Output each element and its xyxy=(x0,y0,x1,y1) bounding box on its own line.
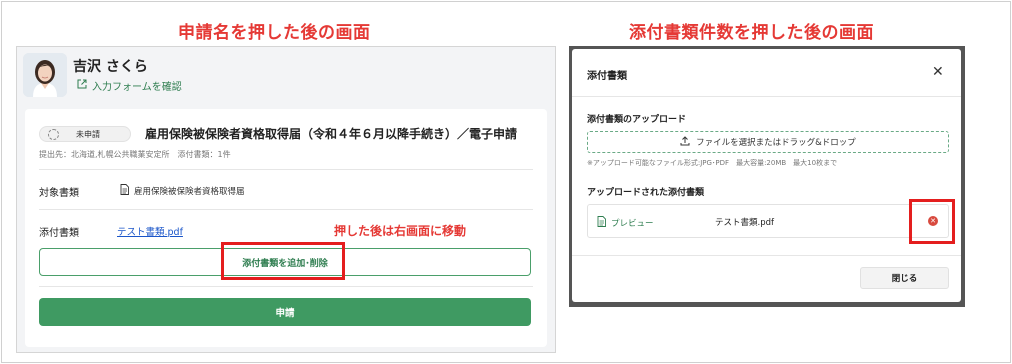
form-link[interactable]: 入力フォームを確認 xyxy=(77,78,182,93)
left-heading: 申請名を押した後の画面 xyxy=(178,23,371,43)
uploaded-file-row: プレビュー テスト書類.pdf ✕ xyxy=(587,204,949,238)
application-title[interactable]: 雇用保険被保険者資格取得届（令和４年６月以降手続き）／電子申請 xyxy=(145,125,517,142)
divider xyxy=(39,209,533,210)
close-button[interactable]: 閉じる xyxy=(860,267,949,289)
target-doc: 雇用保険被保険者資格取得届 xyxy=(120,184,245,198)
application-screen: 吉沢 さくら 入力フォームを確認 未申請 雇用保険被保険者資格取得届（令和４年６… xyxy=(16,46,556,353)
attachment-modal: 添付書類 ✕ 添付書類のアップロード ファイルを選択またはドラッグ&ドロップ ※… xyxy=(572,49,961,302)
avatar xyxy=(23,53,67,97)
upload-icon xyxy=(680,135,690,149)
close-icon[interactable]: ✕ xyxy=(932,65,944,79)
document-icon xyxy=(120,184,129,198)
form-link-label: 入力フォームを確認 xyxy=(92,82,182,93)
uploaded-heading: アップロードされた添付書類 xyxy=(587,188,705,198)
target-doc-name: 雇用保険被保険者資格取得届 xyxy=(134,187,245,197)
modal-overlay: 添付書類 ✕ 添付書類のアップロード ファイルを選択またはドラッグ&ドロップ ※… xyxy=(569,46,965,307)
attachment-file-link[interactable]: テスト書類.pdf xyxy=(117,224,183,238)
divider xyxy=(39,286,533,287)
highlight-box xyxy=(221,242,345,280)
status-label: 未申請 xyxy=(76,129,100,139)
divider xyxy=(39,169,533,170)
submit-info: 提出先：北海道,札幌公共職業安定所 添付書類：1件 xyxy=(39,150,231,159)
status-badge: 未申請 xyxy=(39,126,131,142)
user-name: 吉沢 さくら xyxy=(73,59,148,75)
uploaded-file-name: テスト書類.pdf xyxy=(715,218,774,228)
upload-note: ※アップロード可能なファイル形式:JPG･PDF 最大容量:20MB 最大10枚… xyxy=(587,159,838,167)
divider xyxy=(572,96,961,97)
target-doc-label: 対象書類 xyxy=(39,188,79,199)
document-icon xyxy=(597,216,606,230)
dashed-circle-icon xyxy=(48,128,59,140)
modal-title: 添付書類 xyxy=(587,71,627,82)
highlight-box xyxy=(909,199,955,244)
apply-button[interactable]: 申請 xyxy=(39,298,531,326)
preview-link[interactable]: プレビュー xyxy=(597,216,654,230)
divider xyxy=(572,255,961,256)
annotation-note: 押した後は右画面に移動 xyxy=(334,224,467,238)
application-card: 未申請 雇用保険被保険者資格取得届（令和４年６月以降手続き）／電子申請 提出先：… xyxy=(25,109,547,347)
right-heading: 添付書類件数を押した後の画面 xyxy=(629,23,874,43)
preview-label: プレビュー xyxy=(611,219,654,229)
dropzone-label: ファイルを選択またはドラッグ&ドロップ xyxy=(696,138,856,148)
attachment-label: 添付書類 xyxy=(39,228,79,239)
external-link-icon xyxy=(77,79,87,92)
file-dropzone[interactable]: ファイルを選択またはドラッグ&ドロップ xyxy=(587,131,949,153)
upload-heading: 添付書類のアップロード xyxy=(587,115,687,125)
